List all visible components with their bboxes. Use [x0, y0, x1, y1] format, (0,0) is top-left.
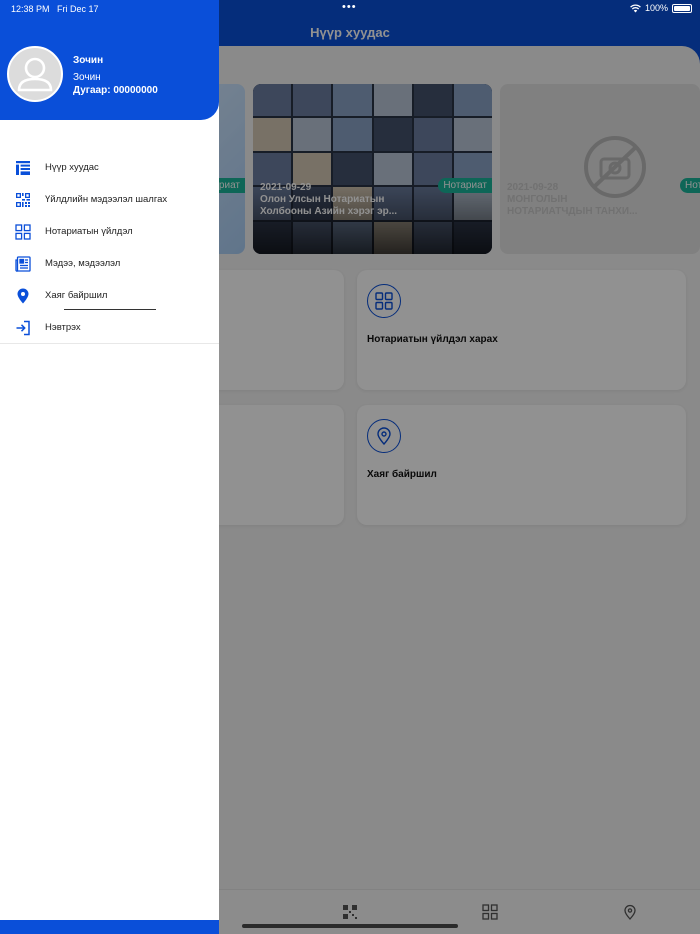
- login-icon: [16, 320, 30, 336]
- menu-item-label: Мэдээ, мэдээлэл: [45, 258, 121, 269]
- drawer-footer: [0, 920, 219, 934]
- menu-divider: [0, 343, 219, 344]
- grid-icon: [15, 224, 31, 240]
- avatar: [7, 46, 63, 102]
- user-type: Зочин: [73, 72, 101, 83]
- status-time: 12:38 PM: [11, 4, 50, 14]
- drawer-header: Зочин Зочин Дугаар: 00000000: [0, 0, 219, 120]
- menu-item-login[interactable]: Нэвтрэх: [0, 312, 219, 344]
- menu-item-label: Нүүр хуудас: [45, 162, 99, 173]
- status-bar: 12:38 PM Fri Dec 17 ••• 100%: [0, 0, 700, 16]
- wifi-icon: [630, 4, 641, 12]
- menu-item-label: Үйлдлийн мэдээлэл шалгах: [45, 194, 168, 205]
- menu-item-label: Нэвтрэх: [45, 322, 81, 333]
- menu-item-check-action[interactable]: Үйлдлийн мэдээлэл шалгах: [0, 184, 219, 216]
- home-layout-icon: [16, 161, 30, 175]
- location-pin-icon: [17, 288, 29, 304]
- newspaper-icon: [15, 256, 31, 272]
- focus-underline: [64, 309, 156, 310]
- side-drawer: Зочин Зочин Дугаар: 00000000 Нүүр хуудас…: [0, 0, 219, 934]
- multitask-dots-icon[interactable]: •••: [342, 1, 357, 13]
- user-number: Дугаар: 00000000: [73, 85, 158, 96]
- menu-item-news[interactable]: Мэдээ, мэдээлэл: [0, 248, 219, 280]
- menu-item-label: Хаяг байршил: [45, 290, 108, 301]
- user-icon: [17, 57, 53, 92]
- menu-item-label: Нотариатын үйлдэл: [45, 226, 133, 237]
- user-name: Зочин: [73, 55, 104, 66]
- menu-item-location[interactable]: Хаяг байршил: [0, 280, 219, 312]
- battery-percent: 100%: [644, 3, 668, 13]
- menu-item-notary-actions[interactable]: Нотариатын үйлдэл: [0, 216, 219, 248]
- qr-code-icon: [16, 193, 30, 207]
- battery-icon: [672, 3, 692, 13]
- menu-item-home[interactable]: Нүүр хуудас: [0, 152, 219, 184]
- home-indicator[interactable]: [242, 924, 458, 928]
- drawer-menu: Нүүр хуудас Үйлдлийн мэдээлэл шалгах Нот…: [0, 152, 219, 344]
- status-date: Fri Dec 17: [57, 4, 99, 14]
